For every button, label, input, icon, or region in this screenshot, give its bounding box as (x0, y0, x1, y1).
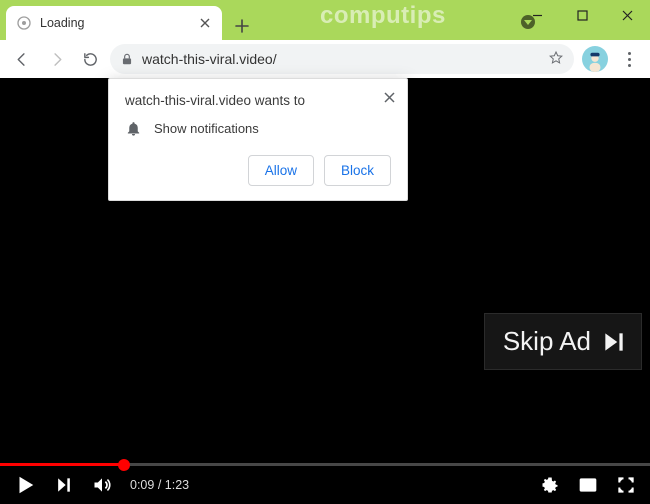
tab-strip: Loading (0, 0, 256, 40)
back-button[interactable] (8, 45, 36, 73)
browser-toolbar: watch-this-viral.video/ (0, 40, 650, 78)
forward-button[interactable] (42, 45, 70, 73)
allow-button[interactable]: Allow (248, 155, 314, 186)
gear-icon (540, 475, 560, 495)
close-window-button[interactable] (605, 0, 650, 30)
url-text: watch-this-viral.video/ (142, 51, 540, 67)
prompt-title: watch-this-viral.video wants to (125, 93, 391, 108)
volume-button[interactable] (92, 475, 112, 495)
address-bar[interactable]: watch-this-viral.video/ (110, 44, 574, 74)
tab-close-button[interactable] (198, 16, 212, 30)
skip-next-icon (601, 329, 627, 355)
skip-ad-button[interactable]: Skip Ad (484, 313, 642, 370)
browser-window: Loading computips watch-this-viral.video… (0, 0, 650, 504)
loading-favicon-icon (16, 15, 32, 31)
tab-title: Loading (40, 16, 190, 30)
profile-avatar-button[interactable] (582, 46, 608, 72)
lock-icon (120, 52, 134, 66)
new-tab-button[interactable] (228, 12, 256, 40)
minimize-button[interactable] (515, 0, 560, 30)
maximize-button[interactable] (560, 0, 605, 30)
reload-button[interactable] (76, 45, 104, 73)
bell-icon (125, 120, 142, 137)
player-controls: 0:09 / 1:23 (0, 466, 650, 504)
avatar-icon (584, 50, 606, 72)
elapsed-time: 0:09 (130, 478, 154, 492)
play-button[interactable] (14, 474, 36, 496)
duration-time: 1:23 (165, 478, 189, 492)
watermark-text: computips (320, 2, 446, 30)
block-button[interactable]: Block (324, 155, 391, 186)
browser-tab[interactable]: Loading (6, 6, 222, 40)
permission-prompt: watch-this-viral.video wants to Show not… (108, 78, 408, 201)
permission-label: Show notifications (154, 121, 259, 136)
prompt-close-button[interactable] (379, 87, 399, 107)
settings-button[interactable] (540, 475, 560, 495)
bookmark-star-button[interactable] (548, 50, 564, 69)
title-bar: Loading computips (0, 0, 650, 40)
skip-ad-label: Skip Ad (503, 326, 591, 357)
fullscreen-button[interactable] (616, 475, 636, 495)
chrome-menu-button[interactable] (616, 46, 642, 72)
window-controls (515, 0, 650, 30)
next-button[interactable] (54, 475, 74, 495)
miniplayer-button[interactable] (578, 475, 598, 495)
time-display: 0:09 / 1:23 (130, 478, 189, 492)
